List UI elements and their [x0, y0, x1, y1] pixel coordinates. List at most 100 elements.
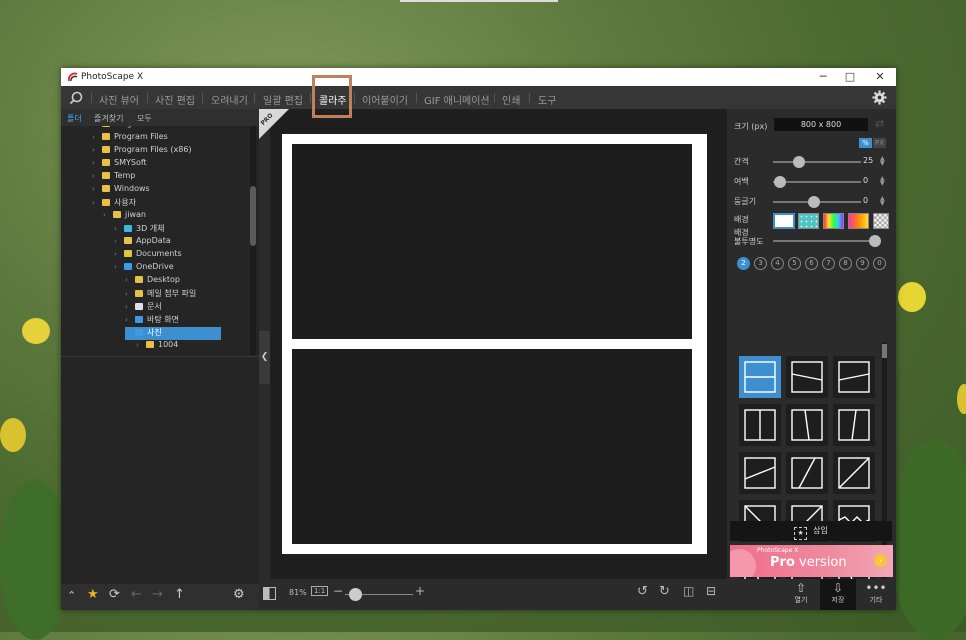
margin-value[interactable]: 0 — [863, 176, 868, 185]
bg-swatch-white[interactable] — [773, 213, 795, 229]
margin-slider-knob[interactable] — [774, 176, 786, 188]
layout-option[interactable] — [786, 404, 828, 446]
chevron-right-icon[interactable]: › — [92, 199, 102, 207]
close-button[interactable]: ✕ — [870, 70, 890, 83]
roundness-slider[interactable] — [773, 196, 861, 208]
chevron-right-icon[interactable]: › — [125, 290, 135, 298]
tree-item[interactable]: › jiwan — [103, 210, 146, 223]
settings-gear-icon[interactable] — [872, 90, 887, 105]
menu-photo-editor[interactable]: 사진 편집 — [155, 92, 195, 107]
chevron-right-icon[interactable]: › — [125, 303, 135, 311]
up-arrow-icon[interactable]: ↑ — [174, 587, 185, 602]
actual-size-button[interactable]: 1:1 — [311, 586, 329, 596]
margin-slider[interactable] — [773, 176, 861, 188]
collage-cell-bottom[interactable] — [292, 349, 692, 544]
tree-item[interactable]: › SMYSoft — [92, 158, 147, 171]
swap-icon[interactable]: ⇄ — [875, 117, 884, 130]
chevron-right-icon[interactable]: › — [136, 341, 146, 349]
chevron-right-icon[interactable]: › — [92, 172, 102, 180]
chevron-right-icon[interactable]: › — [114, 225, 124, 233]
photo-count-option[interactable]: 4 — [771, 257, 784, 270]
tree-item[interactable]: › Program Files — [92, 132, 168, 145]
tree-item[interactable]: › 메일 첨부 파일 — [125, 288, 196, 301]
layout-option[interactable] — [833, 404, 875, 446]
menu-gif[interactable]: GIF 애니메이션 — [424, 92, 490, 107]
menu-combine[interactable]: 이어붙이기 — [362, 92, 408, 107]
tree-item[interactable]: › 3D 개체 — [114, 223, 165, 236]
open-button[interactable]: ⇧ 열기 — [783, 579, 819, 610]
spacing-stepper[interactable]: ▲ ▼ — [880, 156, 885, 167]
maximize-button[interactable]: □ — [840, 70, 860, 83]
collapse-panel-button[interactable]: ❮ — [259, 331, 270, 384]
photo-count-option[interactable]: 7 — [822, 257, 835, 270]
bg-swatch-transparent[interactable] — [873, 213, 889, 229]
unit-px-button[interactable]: PX — [873, 138, 886, 148]
chevron-right-icon[interactable]: › — [92, 159, 102, 167]
insert-button[interactable]: ★ 삽입 — [730, 521, 892, 541]
photo-count-option[interactable]: 5 — [788, 257, 801, 270]
chevron-right-icon[interactable]: › — [114, 263, 124, 271]
photo-count-option[interactable]: 6 — [805, 257, 818, 270]
folder-settings-gear-icon[interactable]: ⚙ — [233, 587, 245, 602]
tree-item[interactable]: › Desktop — [125, 275, 180, 288]
bg-opacity-slider-knob[interactable] — [869, 235, 881, 247]
back-arrow-icon[interactable]: ← — [131, 587, 142, 602]
photo-count-option[interactable]: 3 — [754, 257, 767, 270]
size-field[interactable]: 800 x 800 — [774, 118, 868, 131]
roundness-stepper[interactable]: ▲ ▼ — [880, 196, 885, 207]
zoom-slider-knob[interactable] — [349, 588, 362, 601]
tree-item[interactable]: › OneDrive — [114, 262, 174, 275]
tab-favorites[interactable]: 즐겨찾기 — [94, 113, 123, 124]
zoom-in-button[interactable]: + — [415, 584, 425, 598]
tree-item[interactable]: › 사용자 — [92, 197, 136, 210]
folder-tree-scrollbar[interactable] — [250, 126, 256, 355]
margin-stepper[interactable]: ▲ ▼ — [880, 176, 885, 187]
refresh-icon[interactable]: ⟳ — [109, 587, 120, 602]
tree-item[interactable]: › Documents — [114, 249, 182, 262]
scrollbar-thumb[interactable] — [882, 344, 887, 358]
chevron-up-icon[interactable]: ⌃ — [67, 589, 76, 602]
tree-item[interactable]: › Windows — [92, 184, 150, 197]
photo-count-option[interactable]: 0 — [873, 257, 886, 270]
chevron-right-icon[interactable]: › — [92, 146, 102, 154]
save-button[interactable]: ⇩ 저장 — [820, 579, 856, 610]
minimize-button[interactable]: ─ — [813, 70, 833, 83]
collage-cell-top[interactable] — [292, 144, 692, 339]
flip-vertical-icon[interactable]: ⊟ — [706, 584, 716, 598]
bg-swatch-gradient[interactable] — [848, 213, 869, 229]
tree-item[interactable]: › 문서 — [125, 301, 162, 314]
bg-swatch-rainbow[interactable] — [823, 213, 844, 229]
banner-arrow-icon[interactable]: › — [874, 554, 887, 567]
chevron-right-icon[interactable]: › — [92, 126, 102, 128]
collage-frame[interactable] — [282, 134, 707, 554]
pro-version-banner[interactable]: PhotoScape X Pro version › — [730, 545, 893, 577]
tree-item[interactable]: 사진 — [125, 327, 221, 340]
layout-option[interactable] — [739, 356, 781, 398]
layout-option[interactable] — [739, 404, 781, 446]
tree-item[interactable]: › Temp — [92, 171, 135, 184]
flip-horizontal-icon[interactable]: ◫ — [683, 584, 694, 598]
roundness-value[interactable]: 0 — [863, 196, 868, 205]
menu-batch[interactable]: 일괄 편집 — [263, 92, 303, 107]
bg-swatch-pattern[interactable] — [798, 213, 819, 229]
tree-item[interactable]: › 1004 — [136, 340, 178, 353]
layout-option[interactable] — [786, 356, 828, 398]
layout-option[interactable] — [739, 452, 781, 494]
bg-opacity-slider[interactable] — [773, 235, 881, 247]
tree-item[interactable]: › 바탕 화면 — [125, 314, 179, 327]
chevron-right-icon[interactable]: › — [114, 250, 124, 258]
menu-photo-viewer[interactable]: 사진 뷰어 — [99, 92, 139, 107]
layout-option[interactable] — [786, 452, 828, 494]
chevron-right-icon[interactable]: › — [92, 185, 102, 193]
chevron-right-icon[interactable]: › — [125, 276, 135, 284]
tab-folders[interactable]: 폴더 — [67, 113, 82, 124]
spacing-slider-knob[interactable] — [793, 156, 805, 168]
tree-item[interactable]: › Program Files (x86) — [92, 145, 192, 158]
unit-percent-button[interactable]: % — [859, 138, 872, 148]
photo-count-option[interactable]: 2 — [737, 257, 750, 270]
zoom-out-button[interactable]: − — [333, 584, 343, 598]
star-icon[interactable]: ★ — [87, 587, 99, 602]
menu-tools[interactable]: 도구 — [538, 92, 556, 107]
search-icon[interactable] — [69, 91, 83, 105]
more-button[interactable]: ••• 기타 — [858, 579, 894, 610]
